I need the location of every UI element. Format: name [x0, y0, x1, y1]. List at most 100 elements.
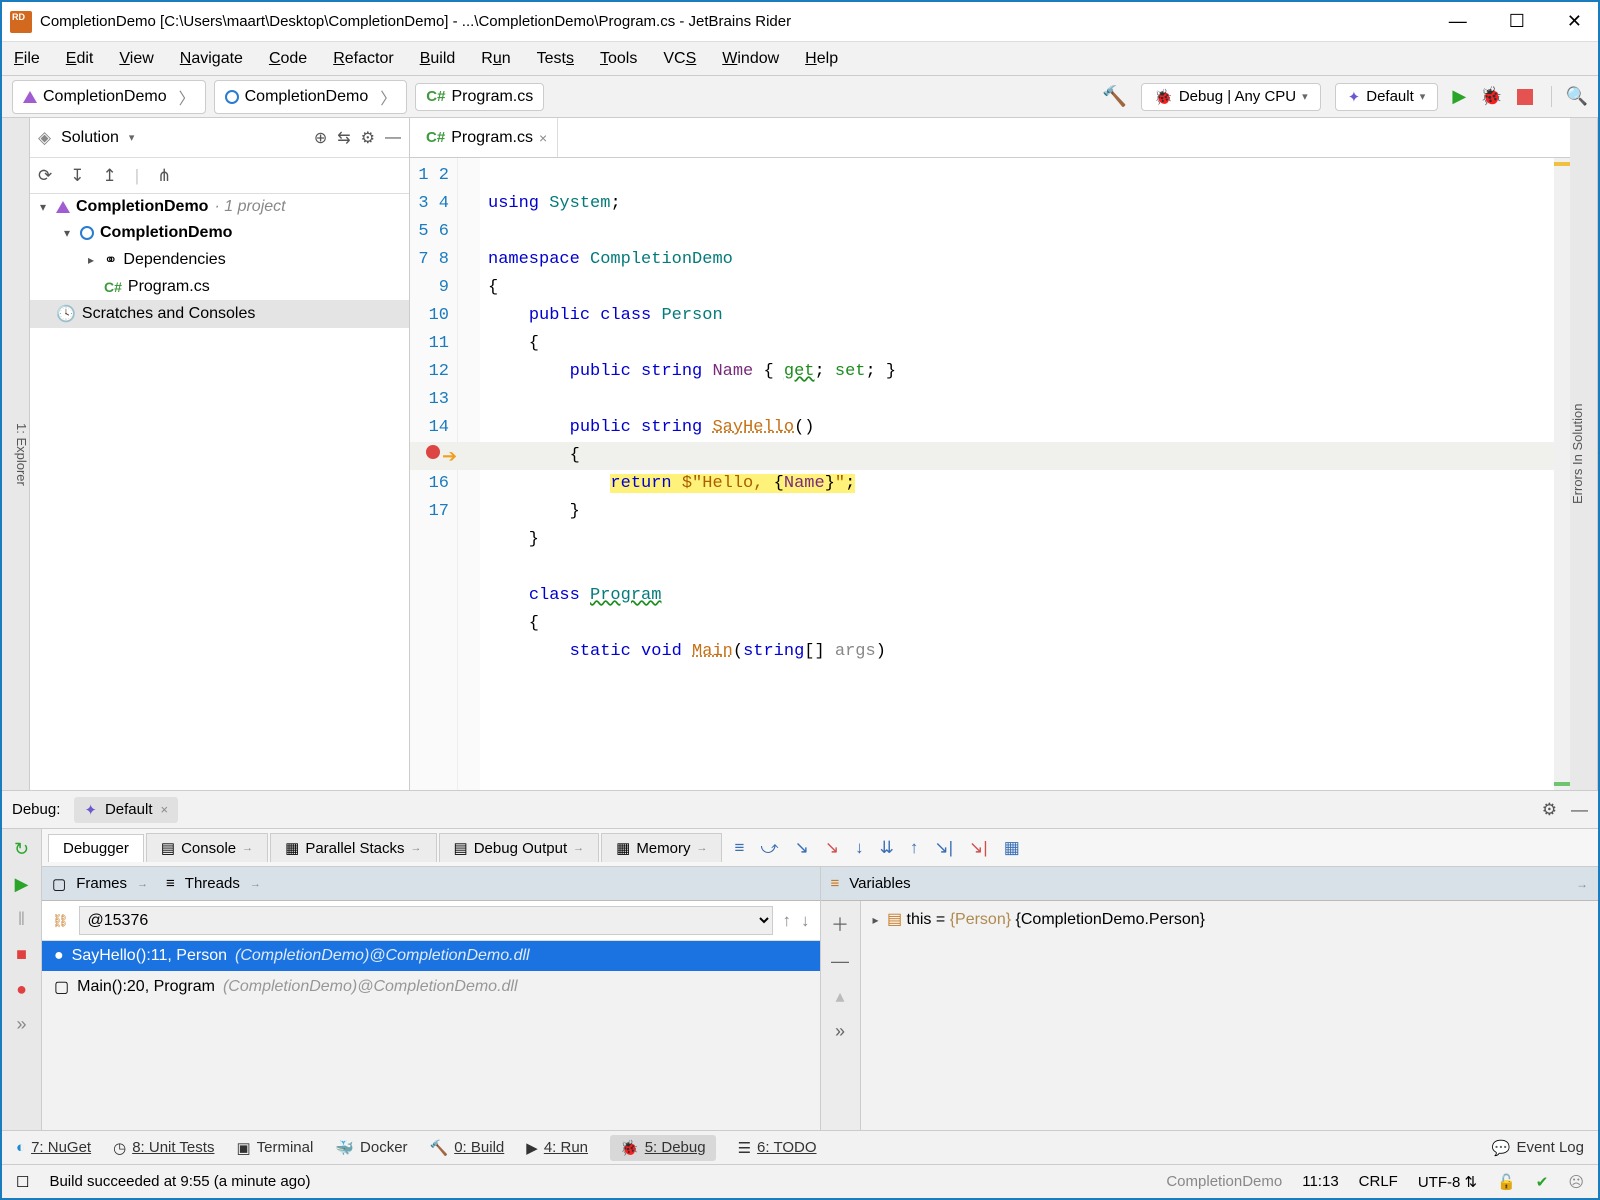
tab-memory[interactable]: ▦Memory→	[601, 833, 722, 862]
menu-refactor[interactable]: Refactor	[333, 50, 393, 68]
menu-tests[interactable]: Tests	[537, 50, 574, 68]
crumb-file[interactable]: C# Program.cs	[415, 83, 544, 111]
up-icon[interactable]: ▴	[835, 986, 844, 1007]
code-text[interactable]: ➔using System; namespace CompletionDemo …	[480, 158, 1570, 790]
caret-position[interactable]: 11:13	[1302, 1173, 1338, 1190]
step-out-icon[interactable]: ↓	[855, 838, 864, 858]
tree-project[interactable]: ▾ CompletionDemo	[30, 220, 409, 246]
menu-build[interactable]: Build	[420, 50, 456, 68]
stop-button[interactable]	[1517, 89, 1533, 105]
collapse-all-icon[interactable]: ↥	[103, 166, 117, 186]
left-gutter-explorer[interactable]: 1: Explorer	[14, 423, 29, 486]
more-icon[interactable]: »	[835, 1021, 845, 1042]
step-into-icon[interactable]: ↘	[795, 838, 809, 858]
right-gutter-errors[interactable]: Errors In Solution	[1570, 404, 1585, 504]
expand-icon[interactable]: ↧	[70, 166, 84, 186]
frame-down-icon[interactable]: ↓	[801, 911, 810, 931]
restore-layout-icon[interactable]: →	[1576, 877, 1588, 891]
stop-icon[interactable]: ■	[16, 944, 27, 965]
hide-icon[interactable]: —	[1571, 800, 1588, 820]
evaluate-icon[interactable]: ▦	[1004, 838, 1020, 858]
menu-tools[interactable]: Tools	[600, 50, 637, 68]
menu-navigate[interactable]: Navigate	[180, 50, 243, 68]
bottom-eventlog[interactable]: 💬 Event Log	[1492, 1139, 1584, 1157]
tree-scratches[interactable]: 🕓 Scratches and Consoles	[30, 300, 409, 328]
close-icon[interactable]: ×	[539, 130, 547, 146]
bottom-nuget[interactable]: ◐ 7: NuGet	[16, 1139, 91, 1156]
sad-face-icon[interactable]: ☹	[1568, 1173, 1584, 1191]
rerun-icon[interactable]: ↻	[14, 839, 29, 860]
crumb-project[interactable]: CompletionDemo 〉	[214, 80, 408, 114]
thread-select[interactable]: @15376	[79, 906, 773, 935]
config-select[interactable]: 🐞 Debug | Any CPU ▾	[1141, 83, 1321, 111]
gear-icon[interactable]: ⚙	[1542, 800, 1557, 820]
tab-debug-output[interactable]: ▤Debug Output→	[439, 833, 600, 862]
chevron-down-icon[interactable]: ▾	[129, 131, 135, 144]
tab-parallel-stacks[interactable]: ▦Parallel Stacks→	[270, 833, 436, 862]
bottom-run[interactable]: ▶ 4: Run	[526, 1139, 588, 1157]
tree-dependencies[interactable]: ▸ ⚭ Dependencies	[30, 246, 409, 274]
tab-debugger[interactable]: Debugger	[48, 834, 144, 862]
tab-program[interactable]: C# Program.cs ×	[416, 118, 558, 157]
run-profile-select[interactable]: ✦ Default ▾	[1335, 83, 1439, 111]
pause-icon[interactable]: ‖	[18, 909, 25, 930]
menu-view[interactable]: View	[119, 50, 153, 68]
menu-help[interactable]: Help	[805, 50, 838, 68]
inspection-icon[interactable]: ✔	[1536, 1173, 1549, 1191]
run-to-cursor-icon[interactable]: ↘|	[934, 838, 953, 858]
debug-profile-tab[interactable]: ✦ Default ×	[74, 797, 178, 823]
tree-solution[interactable]: ▾ CompletionDemo · 1 project	[30, 194, 409, 220]
crumb-solution[interactable]: CompletionDemo 〉	[12, 80, 206, 114]
smart-step-icon[interactable]: ⇊	[880, 838, 894, 858]
collapse-icon[interactable]: ⇆	[337, 128, 350, 148]
bottom-docker[interactable]: 🐳 Docker	[335, 1139, 407, 1157]
build-icon[interactable]: 🔨	[1102, 84, 1127, 109]
resume-icon[interactable]: ▶	[15, 874, 29, 895]
close-icon[interactable]: ×	[160, 802, 168, 817]
maximize-button[interactable]: ☐	[1501, 7, 1533, 36]
view-breakpoints-icon[interactable]: ●	[16, 979, 27, 1000]
bottom-terminal[interactable]: ▣ Terminal	[236, 1139, 313, 1157]
step-up-icon[interactable]: ↑	[910, 838, 919, 858]
debug-button[interactable]: 🐞	[1480, 86, 1502, 107]
close-button[interactable]: ✕	[1559, 7, 1590, 36]
more-icon[interactable]: »	[16, 1014, 26, 1035]
menu-code[interactable]: Code	[269, 50, 307, 68]
menu-window[interactable]: Window	[722, 50, 779, 68]
menu-vcs[interactable]: VCS	[663, 50, 696, 68]
bottom-debug[interactable]: 🐞 5: Debug	[610, 1135, 716, 1161]
add-watch-icon[interactable]: ＋	[831, 911, 849, 937]
code-area[interactable]: 1 2 3 4 5 6 7 8 9 10 11 12 13 14 15 16 1…	[410, 158, 1570, 790]
menu-run[interactable]: Run	[481, 50, 510, 68]
bottom-build[interactable]: 🔨 0: Build	[430, 1139, 505, 1157]
locate-icon[interactable]: ⊕	[314, 128, 327, 148]
stack-row[interactable]: ▢ Main():20, Program (CompletionDemo)@Co…	[42, 971, 820, 1003]
sync-icon[interactable]: ⟳	[38, 166, 52, 186]
force-step-into-icon[interactable]: ↘	[825, 838, 839, 858]
lock-icon[interactable]: 🔓	[1497, 1173, 1516, 1191]
search-icon[interactable]: 🔍	[1551, 86, 1588, 107]
remove-watch-icon[interactable]: —	[831, 951, 849, 972]
vars-tree[interactable]: ▸ ▤ this = {Person} {CompletionDemo.Pers…	[861, 901, 1599, 1130]
minimap[interactable]	[1554, 158, 1570, 790]
bottom-todo[interactable]: ☰ 6: TODO	[738, 1139, 817, 1157]
menu-file[interactable]: File	[14, 50, 40, 68]
show-all-icon[interactable]: ⋔	[157, 166, 171, 186]
tab-console[interactable]: ▤Console→	[146, 833, 268, 862]
encoding-select[interactable]: UTF-8 ⇅	[1418, 1173, 1477, 1191]
hide-icon[interactable]: —	[385, 129, 401, 147]
minimize-button[interactable]: —	[1441, 7, 1475, 36]
stack-row[interactable]: ● SayHello():11, Person (CompletionDemo)…	[42, 941, 820, 971]
menu-edit[interactable]: Edit	[66, 50, 94, 68]
fold-column[interactable]	[458, 158, 480, 790]
frame-up-icon[interactable]: ↑	[783, 911, 792, 931]
run-button[interactable]: ▶	[1452, 86, 1466, 107]
bottom-unit-tests[interactable]: ◷ 8: Unit Tests	[113, 1139, 214, 1157]
breakpoint-icon[interactable]	[426, 445, 440, 459]
step-over-icon[interactable]: ⤻	[760, 838, 778, 858]
force-run-to-cursor-icon[interactable]: ↘|	[969, 838, 988, 858]
line-separator[interactable]: CRLF	[1359, 1173, 1398, 1190]
tree-file-program[interactable]: C# Program.cs	[30, 274, 409, 300]
show-exec-point-icon[interactable]: ≡	[734, 838, 744, 858]
gear-icon[interactable]: ⚙	[361, 128, 375, 148]
